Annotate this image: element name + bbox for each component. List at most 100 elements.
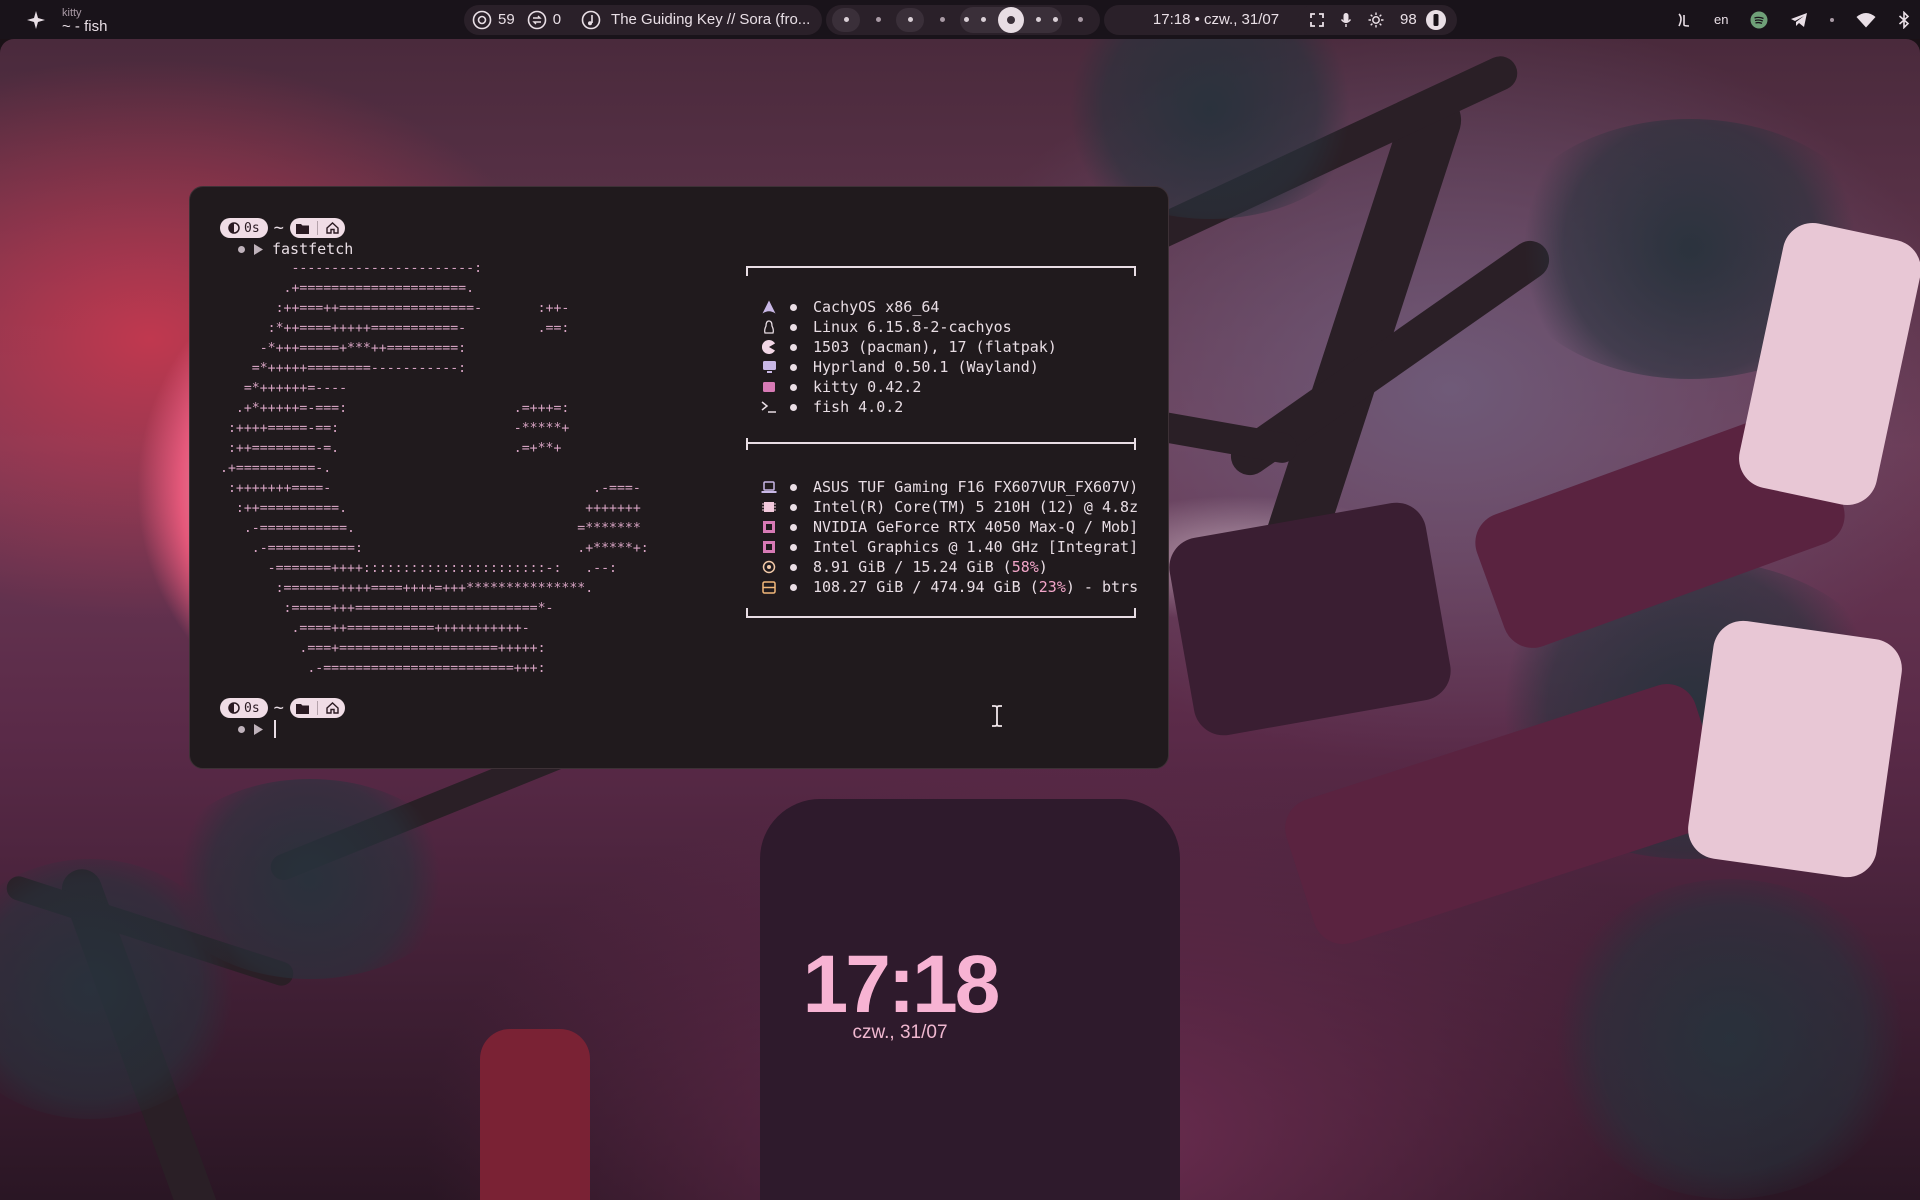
prompt-dot-icon [238,245,245,253]
software-info-value: fish 4.0.2 [813,398,904,416]
workspace-switcher [826,4,1100,35]
info-frame-divider [746,438,1136,450]
bullet-dot [790,323,797,331]
directory-badge [289,218,345,238]
workspace-6[interactable] [981,17,986,22]
command-line-2[interactable] [238,720,276,738]
active-window: kitty ~ - fish [62,0,107,39]
brightness-icon[interactable] [1368,12,1384,28]
kitty-terminal-window[interactable]: 0s ~ fastfetch -----------------------: … [189,186,1169,769]
workspace-3[interactable] [896,7,924,32]
timer-icon [228,222,240,234]
workspace-10[interactable] [1066,8,1094,32]
workspace-7-active[interactable] [998,6,1024,33]
duration-text: 0s [244,700,260,716]
system-tray: en [1676,0,1910,39]
software-info-row: CachyOS x86_64 [760,297,939,317]
laptop-icon [760,480,778,494]
prompt-dot-icon [238,725,245,733]
clock-pill[interactable]: 17:18 • czw., 31/07 [1104,4,1328,35]
media-title: The Guiding Key // Sora (fro... [611,11,811,28]
bullet-dot [790,363,797,371]
media-pill[interactable]: 59 0 The Guiding Key // Sora (fro... [464,4,823,35]
software-info-row: kitty 0.42.2 [760,377,921,397]
software-info-row: Hyprland 0.50.1 (Wayland) [760,357,1039,377]
workspace-2[interactable] [864,8,892,32]
hardware-info-row: NVIDIA GeForce RTX 4050 Max-Q / Mob] [760,517,1138,537]
home-icon [326,222,339,234]
wifi-icon[interactable] [1856,12,1876,28]
hardware-info-value: 108.27 GiB / 474.94 GiB (23%) - btrs [813,578,1139,596]
duration-badge: 0s [220,698,268,718]
cwd-tilde: ~ [273,698,284,718]
spotify-icon[interactable] [1750,11,1768,29]
duration-text: 0s [244,220,260,236]
launcher-button[interactable] [26,0,46,39]
software-info-row: 1503 (pacman), 17 (flatpak) [760,337,1057,357]
software-info-value: 1503 (pacman), 17 (flatpak) [813,338,1057,356]
workspace-5[interactable] [964,17,969,22]
monitor-icon [760,360,778,374]
bullet-dot [790,483,797,491]
workspace-9[interactable] [1053,17,1058,22]
software-info-value: CachyOS x86_64 [813,298,940,316]
clock-text: 17:18 • czw., 31/07 [1152,11,1280,28]
cwd-tilde: ~ [273,218,284,238]
hardware-info-row: ASUS TUF Gaming F16 FX607VUR_FX607V) [760,477,1138,497]
fullscreen-icon[interactable] [1310,12,1324,27]
usage-percent: 23% [1038,578,1066,596]
brightness-value: 98 [1400,11,1417,28]
desktop-clock-time: 17:18 [802,939,1001,1030]
prompt-line-1: 0s ~ [220,218,345,238]
hardware-info-row: Intel Graphics @ 1.40 GHz [Integrat] [760,537,1138,557]
telegram-icon[interactable] [1790,12,1808,28]
workspace-1[interactable] [832,7,860,32]
bluetooth-icon[interactable] [1898,10,1910,29]
hardware-info-value: 8.91 GiB / 15.24 GiB (58%) [813,558,1048,576]
swap-icon [527,10,547,30]
hardware-info-value: Intel Graphics @ 1.40 GHz [Integrat] [813,538,1139,556]
arch-icon [760,300,778,314]
hardware-info-row: 8.91 GiB / 15.24 GiB (58%) [760,557,1048,577]
bullet-dot [790,563,797,571]
bullet-dot [790,303,797,311]
linux-icon [760,320,778,334]
text-cursor [274,720,276,738]
folder-icon [295,703,309,714]
software-info-value: Linux 6.15.8-2-cachyos [813,318,1012,336]
software-info-row: Linux 6.15.8-2-cachyos [760,317,1012,337]
cpu-icon [760,500,778,514]
tray-dot-icon [1830,17,1835,22]
workspace-8[interactable] [1036,17,1041,22]
software-info-row: fish 4.0.2 [760,397,903,417]
software-info-value: kitty 0.42.2 [813,378,922,396]
command-text: fastfetch [272,240,354,258]
ibeam-cursor-icon [992,705,1002,727]
bullet-dot [790,343,797,351]
battery-icon[interactable] [1425,9,1447,31]
stat-b-value: 0 [552,11,562,28]
input-method-icon[interactable] [1676,12,1692,28]
bullet-dot [790,583,797,591]
hardware-info-value: Intel(R) Core(TM) 5 210H (12) @ 4.8z [813,498,1139,516]
gpu-icon [760,540,778,554]
stat-a-value: 59 [498,11,515,28]
memory-icon [760,560,778,574]
hardware-info-value: NVIDIA GeForce RTX 4050 Max-Q / Mob] [813,518,1139,536]
home-icon [326,702,339,714]
bullet-dot [790,383,797,391]
package-icon [760,340,778,354]
window-title: ~ - fish [62,17,108,35]
language-indicator[interactable]: en [1714,12,1728,27]
terminal-icon [760,381,778,393]
top-bar: kitty ~ - fish 59 0 The Guiding Key // S… [0,0,1920,39]
desktop-clock-widget: 17:18 czw., 31/07 [770,942,1030,1044]
microphone-icon[interactable] [1340,12,1352,28]
timer-icon [228,702,240,714]
software-info-value: Hyprland 0.50.1 (Wayland) [813,358,1039,376]
quick-toggles: 98 [1298,4,1457,35]
sparkle-icon [27,10,45,29]
workspace-4[interactable] [928,8,956,32]
gpu-icon [760,520,778,534]
command-line-1: fastfetch [238,240,353,258]
